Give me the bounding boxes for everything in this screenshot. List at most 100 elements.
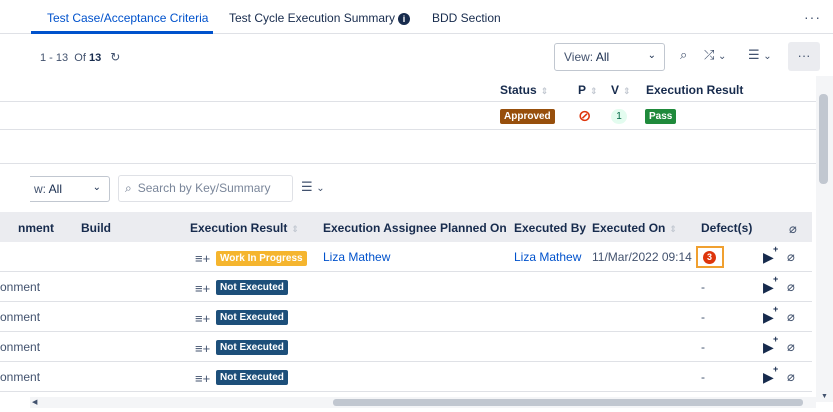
tab-bdd-section[interactable]: BDD Section bbox=[432, 11, 501, 25]
more-options-icon[interactable]: ··· bbox=[804, 9, 821, 25]
column-header-status[interactable]: Status ⇕ bbox=[500, 83, 548, 97]
scroll-left-arrow-icon[interactable]: ◀ bbox=[32, 398, 37, 406]
column-header-execution-result[interactable]: Execution Result bbox=[646, 83, 743, 97]
environment-cell: onment bbox=[0, 310, 41, 324]
defects-cell: - bbox=[701, 310, 705, 324]
table-row[interactable]: onment ≡+ Not Executed - ▶ + ⌀ bbox=[0, 332, 812, 362]
search-icon[interactable]: ⌕ bbox=[680, 47, 687, 63]
scroll-down-arrow-icon[interactable]: ▼ bbox=[821, 393, 828, 400]
blocked-icon: ⊘ bbox=[578, 108, 592, 125]
execution-status-badge[interactable]: Not Executed bbox=[216, 370, 288, 385]
execution-status-badge[interactable]: Not Executed bbox=[216, 310, 288, 325]
column-header-version[interactable]: V ⇕ bbox=[611, 83, 631, 97]
tab-label: Test Cycle Execution Summary bbox=[229, 11, 396, 25]
attachment-icon[interactable]: ⌀ bbox=[787, 309, 795, 325]
view-select-prefix: w: bbox=[34, 182, 46, 196]
execute-list-icon[interactable]: ≡+ bbox=[195, 371, 210, 386]
sort-icon: ⇕ bbox=[540, 86, 549, 96]
column-header-defects[interactable]: Defect(s) bbox=[701, 221, 752, 235]
executed-by-link[interactable]: Liza Mathew bbox=[514, 250, 581, 264]
shuffle-glyph: ⤮ bbox=[704, 47, 715, 62]
attachment-icon[interactable]: ⌀ bbox=[787, 369, 795, 385]
header-label: Execution Result bbox=[190, 221, 288, 235]
execute-list-icon[interactable]: ≡+ bbox=[195, 341, 210, 356]
execution-status-badge[interactable]: Work In Progress bbox=[216, 251, 307, 266]
column-header-execution-result[interactable]: Execution Result ⇕ bbox=[190, 221, 299, 235]
execute-list-icon[interactable]: ≡+ bbox=[195, 251, 210, 266]
defects-cell[interactable]: 3 bbox=[696, 246, 724, 268]
chevron-down-icon: ⌄ bbox=[763, 51, 772, 62]
plus-icon: + bbox=[773, 304, 779, 314]
defects-cell: - bbox=[701, 280, 705, 294]
sort-icon: ⇕ bbox=[291, 224, 299, 234]
shuffle-icon[interactable]: ⤮ ⌄ bbox=[704, 47, 726, 63]
tab-bar: Test Case/Acceptance Criteria Test Cycle… bbox=[0, 0, 833, 34]
plus-icon: + bbox=[773, 334, 779, 344]
page-of-label: Of bbox=[74, 52, 86, 64]
version-badge: 1 bbox=[611, 109, 627, 124]
tab-test-cycle-execution-summary[interactable]: Test Cycle Execution Summary i bbox=[229, 11, 411, 25]
horizontal-scrollbar[interactable]: ◀ bbox=[30, 397, 816, 408]
sort-icon: ⇕ bbox=[669, 224, 677, 234]
tab-test-case-acceptance-criteria[interactable]: Test Case/Acceptance Criteria bbox=[47, 11, 208, 25]
column-header-planned-on[interactable]: Planned On bbox=[440, 221, 507, 235]
search-icon: ⌕ bbox=[125, 181, 132, 195]
chevron-down-icon: ⌄ bbox=[316, 183, 325, 194]
execution-assignee-link[interactable]: Liza Mathew bbox=[323, 250, 390, 264]
header-label: Executed On bbox=[592, 221, 666, 235]
header-label: V bbox=[611, 83, 620, 97]
horizontal-scrollbar-thumb[interactable] bbox=[333, 399, 803, 406]
sort-icon: ⇕ bbox=[623, 86, 631, 96]
execute-list-icon[interactable]: ≡+ bbox=[195, 311, 210, 326]
page-to: 13 bbox=[55, 52, 69, 64]
plus-icon: + bbox=[773, 274, 779, 284]
defects-cell: - bbox=[701, 370, 705, 384]
vertical-scrollbar[interactable]: ▼ bbox=[816, 76, 833, 402]
filter-icon[interactable]: ☰ ⌄ bbox=[748, 47, 772, 63]
sort-icon: ⇕ bbox=[590, 86, 598, 96]
page-total: 13 bbox=[88, 52, 102, 64]
environment-cell: onment bbox=[0, 370, 41, 384]
plus-icon: + bbox=[773, 244, 779, 254]
table-row[interactable]: ≡+ Work In Progress Liza Mathew Liza Mat… bbox=[0, 242, 812, 272]
filter-icon[interactable]: ☰ ⌄ bbox=[301, 179, 325, 195]
pagination-info: 1 - 13 Of 13 ↻ bbox=[40, 50, 121, 64]
refresh-icon[interactable]: ↻ bbox=[110, 50, 120, 64]
info-icon: i bbox=[398, 13, 411, 25]
execution-status-badge[interactable]: Not Executed bbox=[216, 280, 288, 295]
filter-glyph: ☰ bbox=[748, 47, 760, 62]
attachment-icon[interactable]: ⌀ bbox=[787, 249, 795, 265]
column-header-build[interactable]: Build bbox=[81, 221, 111, 235]
more-actions-button[interactable]: ··· bbox=[788, 42, 820, 71]
execution-status-badge[interactable]: Not Executed bbox=[216, 340, 288, 355]
status-badge: Approved bbox=[500, 109, 555, 124]
view-select-value: All bbox=[48, 182, 63, 196]
section-divider bbox=[0, 130, 816, 164]
view-select-value: All bbox=[595, 50, 610, 64]
table-row[interactable]: onment ≡+ Not Executed - ▶ + ⌀ bbox=[0, 362, 812, 392]
column-header-execution-assignee[interactable]: Execution Assignee bbox=[323, 221, 437, 235]
column-header-environment[interactable]: nment bbox=[18, 221, 54, 235]
column-header-priority[interactable]: P ⇕ bbox=[578, 83, 598, 97]
header-label: P bbox=[578, 83, 587, 97]
view-select-prefix: View: bbox=[564, 50, 594, 64]
view-select[interactable]: View: All ⌄ bbox=[554, 43, 665, 71]
plus-icon: + bbox=[773, 364, 779, 374]
search-input[interactable]: ⌕ Search by Key/Summary bbox=[118, 175, 293, 202]
filter-glyph: ☰ bbox=[301, 179, 313, 194]
active-tab-indicator bbox=[31, 31, 213, 34]
column-header-executed-by[interactable]: Executed By bbox=[514, 221, 586, 235]
attachment-icon[interactable]: ⌀ bbox=[787, 279, 795, 295]
column-header-executed-on[interactable]: Executed On ⇕ bbox=[592, 221, 677, 235]
table-row[interactable]: onment ≡+ Not Executed - ▶ + ⌀ bbox=[0, 272, 812, 302]
attachment-icon[interactable]: ⌀ bbox=[787, 339, 795, 355]
chevron-down-icon: ⌄ bbox=[718, 51, 727, 62]
vertical-scrollbar-thumb[interactable] bbox=[819, 94, 828, 184]
execute-list-icon[interactable]: ≡+ bbox=[195, 281, 210, 296]
defect-count-badge: 3 bbox=[703, 251, 716, 264]
lower-view-select[interactable]: w: All ⌄ bbox=[30, 176, 110, 202]
execution-result-badge[interactable]: Pass bbox=[645, 109, 677, 124]
header-label: Status bbox=[500, 83, 537, 97]
table-row[interactable]: Approved ⊘ 1 Pass bbox=[0, 102, 816, 130]
table-row[interactable]: onment ≡+ Not Executed - ▶ + ⌀ bbox=[0, 302, 812, 332]
